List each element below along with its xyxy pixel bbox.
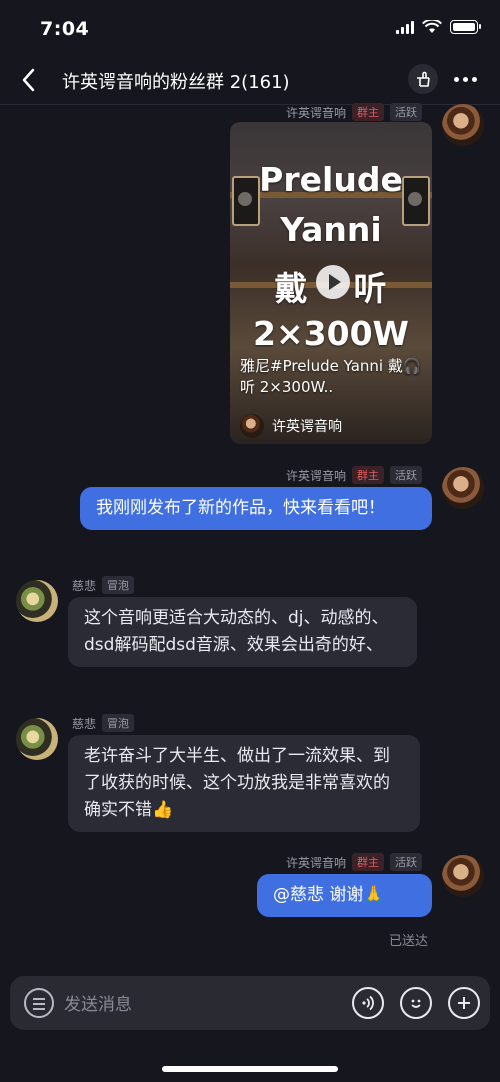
message-bubble[interactable]: 老许奋斗了大半生、做出了一流效果、到了收获的时候、这个功放我是非常喜欢的确实不错… xyxy=(68,735,420,832)
activity-badge: 活跃 xyxy=(390,853,422,871)
group-title: 许英谔音响的粉丝群 2(161) xyxy=(62,72,290,93)
video-title-line: Yanni xyxy=(280,210,382,249)
battery-icon xyxy=(450,20,481,34)
sender-name: 许英谔音响 xyxy=(285,105,346,120)
message-meta: 许英谔音响 群主 活跃 xyxy=(286,466,422,484)
voice-icon[interactable] xyxy=(352,987,384,1019)
message-input[interactable]: 发送消息 xyxy=(64,990,132,1015)
emoji-icon[interactable] xyxy=(400,987,432,1019)
avatar[interactable] xyxy=(16,580,58,622)
video-card[interactable]: Prelude Yanni 戴 听 2×300W 雅尼#Prelude Yann… xyxy=(230,122,432,444)
sender-name: 许英谔音响 xyxy=(285,468,346,483)
video-title-line: Prelude xyxy=(259,160,403,199)
message-bubble[interactable]: 我刚刚发布了新的作品，快来看看吧！ xyxy=(80,487,432,530)
chat-header: 许英谔音响的粉丝群 2(161) xyxy=(0,58,500,105)
message-meta: 慈悲 冒泡 xyxy=(72,714,135,732)
clock: 7:04 xyxy=(40,18,90,40)
message-meta: 慈悲 冒泡 xyxy=(72,576,135,594)
author-avatar xyxy=(240,414,264,438)
owner-badge: 群主 xyxy=(352,853,384,871)
status-bar: 7:04 xyxy=(0,0,500,58)
activity-badge: 冒泡 xyxy=(102,714,135,732)
sender-name: 许英谔音响 xyxy=(285,855,346,870)
video-title-line: 2×300W xyxy=(253,314,409,353)
message-input-bar: 发送消息 xyxy=(10,976,490,1030)
add-icon[interactable] xyxy=(448,987,480,1019)
quick-phrases-icon[interactable] xyxy=(24,988,54,1018)
system-icons xyxy=(396,20,481,34)
message-bubble[interactable]: 这个音响更适合大动态的、dj、动感的、dsd解码配dsd音源、效果会出奇的好、 xyxy=(68,597,417,667)
play-icon[interactable] xyxy=(316,265,350,299)
sender-name: 慈悲 xyxy=(72,578,97,593)
avatar[interactable] xyxy=(16,718,58,760)
activity-badge: 活跃 xyxy=(390,103,422,121)
home-indicator xyxy=(162,1066,338,1072)
avatar[interactable] xyxy=(442,855,484,897)
message-bubble[interactable]: @慈悲 谢谢🙏 xyxy=(257,874,432,917)
pointing-hand-icon xyxy=(417,71,430,87)
sender-name: 慈悲 xyxy=(72,716,97,731)
activity-badge: 冒泡 xyxy=(102,576,135,594)
wifi-icon xyxy=(422,20,442,33)
owner-badge: 群主 xyxy=(352,103,384,121)
avatar[interactable] xyxy=(442,104,484,146)
gesture-button[interactable] xyxy=(408,64,438,94)
author-name: 许英谔音响 xyxy=(272,419,342,435)
activity-badge: 活跃 xyxy=(390,466,422,484)
video-caption: 雅尼#Prelude Yanni 戴🎧听 2×300W.. xyxy=(240,357,422,396)
back-arrow-icon[interactable] xyxy=(18,66,42,94)
avatar[interactable] xyxy=(442,467,484,509)
more-menu-button[interactable] xyxy=(450,64,480,94)
message-meta: 许英谔音响 群主 活跃 xyxy=(286,853,422,871)
delivery-status: 已送达 xyxy=(388,934,428,949)
message-meta: 许英谔音响 群主 活跃 xyxy=(286,103,422,121)
signal-icon xyxy=(396,20,414,34)
video-author: 许英谔音响 xyxy=(240,414,342,438)
owner-badge: 群主 xyxy=(352,466,384,484)
